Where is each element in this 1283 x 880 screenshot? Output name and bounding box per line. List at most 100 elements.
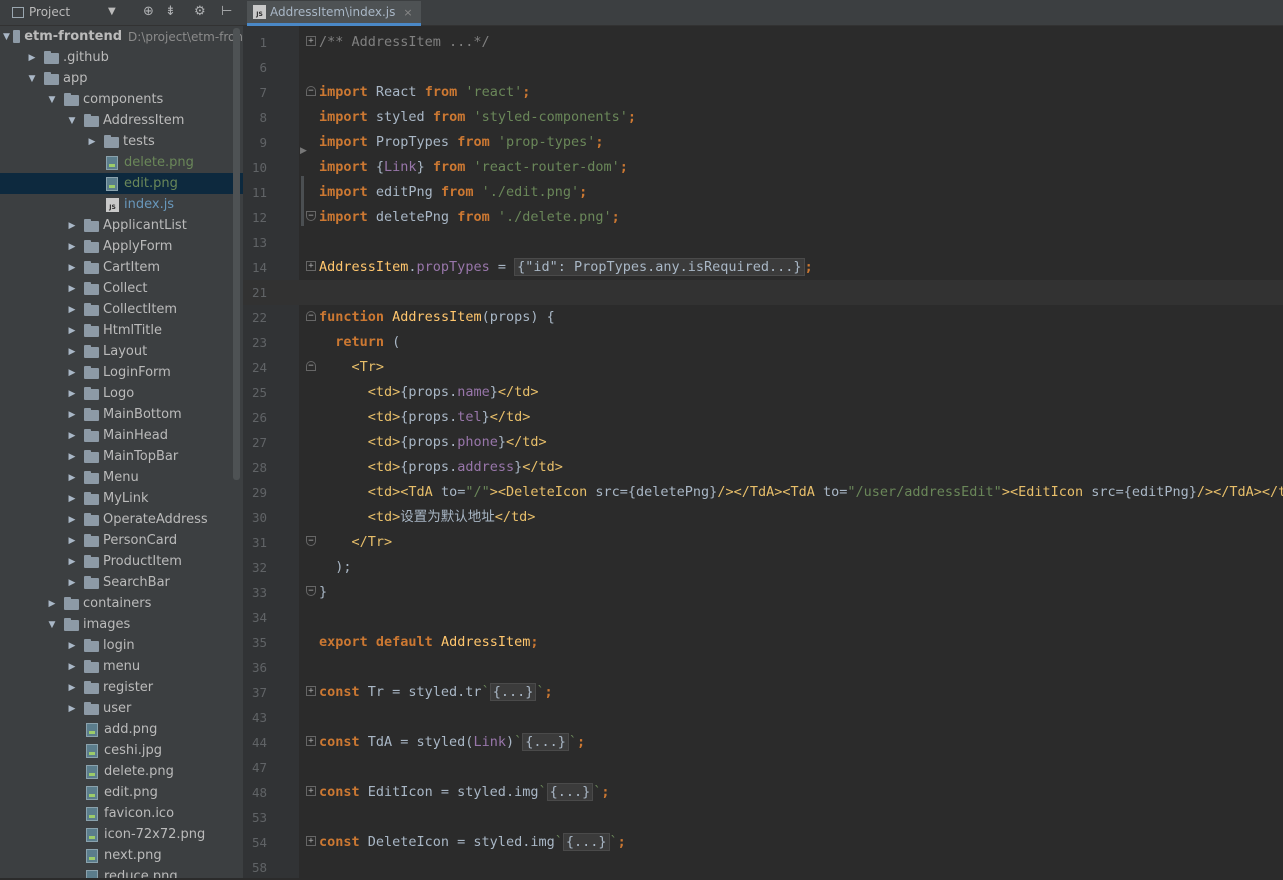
code-line[interactable]: 21 bbox=[243, 280, 1283, 305]
tree-folder-item[interactable]: ▶ CollectItem bbox=[0, 299, 243, 320]
tree-file-item[interactable]: delete.png bbox=[0, 761, 243, 782]
tree-folder-item[interactable]: ▶ Menu bbox=[0, 467, 243, 488]
tree-file-item[interactable]: delete.png bbox=[0, 152, 243, 173]
tree-folder-item[interactable]: ▶ ApplicantList bbox=[0, 215, 243, 236]
code-line[interactable]: 22 − function AddressItem(props) { bbox=[243, 305, 1283, 330]
expand-fold-icon[interactable]: + bbox=[306, 786, 316, 796]
code-line[interactable]: 23 return ( bbox=[243, 330, 1283, 355]
project-scrollbar[interactable] bbox=[233, 28, 240, 480]
collapse-arrow-icon[interactable]: ▶ bbox=[66, 284, 78, 294]
expand-arrow-icon[interactable]: ▼ bbox=[26, 74, 38, 84]
collapse-arrow-icon[interactable]: ▶ bbox=[66, 557, 78, 567]
collapse-arrow-icon[interactable]: ▶ bbox=[66, 242, 78, 252]
collapse-arrow-icon[interactable]: ▶ bbox=[66, 389, 78, 399]
tree-folder-item[interactable]: ▶ login bbox=[0, 635, 243, 656]
code-line[interactable]: 47 bbox=[243, 755, 1283, 780]
tab-index-js[interactable]: JS AddressItem\index.js × bbox=[247, 1, 421, 26]
code-line[interactable]: 58 bbox=[243, 855, 1283, 880]
tree-folder-item[interactable]: ▶ PersonCard bbox=[0, 530, 243, 551]
code-line[interactable]: 31 − </Tr> bbox=[243, 530, 1283, 555]
tree-file-item[interactable]: ceshi.jpg bbox=[0, 740, 243, 761]
collapse-fold-icon[interactable]: − bbox=[306, 586, 316, 596]
tree-folder-item[interactable]: ▶ OperateAddress bbox=[0, 509, 243, 530]
collapse-arrow-icon[interactable]: ▶ bbox=[66, 221, 78, 231]
code-line[interactable]: 28 <td>{props.address}</td> bbox=[243, 455, 1283, 480]
tree-file-item[interactable]: edit.png bbox=[0, 173, 243, 194]
collapse-arrow-icon[interactable]: ▶ bbox=[66, 431, 78, 441]
tree-folder-item[interactable]: ▼ app bbox=[0, 68, 243, 89]
tree-folder-item[interactable]: ▶ tests bbox=[0, 131, 243, 152]
tree-folder-item[interactable]: ▶ menu bbox=[0, 656, 243, 677]
expand-fold-icon[interactable]: + bbox=[306, 736, 316, 746]
tree-file-item[interactable]: add.png bbox=[0, 719, 243, 740]
locate-icon[interactable]: ⊕ bbox=[143, 5, 154, 19]
code-line[interactable]: 27 <td>{props.phone}</td> bbox=[243, 430, 1283, 455]
code-line[interactable]: 33 −} bbox=[243, 580, 1283, 605]
expand-arrow-icon[interactable]: ▼ bbox=[66, 116, 78, 126]
collapse-fold-icon[interactable]: − bbox=[306, 86, 316, 96]
code-line[interactable]: 8 import styled from 'styled-components'; bbox=[243, 105, 1283, 130]
code-line[interactable]: 7 − import React from 'react'; bbox=[243, 80, 1283, 105]
code-line[interactable]: 34 bbox=[243, 605, 1283, 630]
collapse-arrow-icon[interactable]: ▶ bbox=[66, 326, 78, 336]
code-line[interactable]: 54 + const DeleteIcon = styled.img` {...} `; bbox=[243, 830, 1283, 855]
tree-file-item[interactable]: next.png bbox=[0, 845, 243, 866]
tree-folder-item[interactable]: ▶ .github bbox=[0, 47, 243, 68]
tree-file-item[interactable]: reduce.png bbox=[0, 866, 243, 878]
tree-folder-item[interactable]: ▶ ApplyForm bbox=[0, 236, 243, 257]
tree-folder-item[interactable]: ▶ ProductItem bbox=[0, 551, 243, 572]
expand-arrow-icon[interactable]: ▼ bbox=[46, 95, 58, 105]
chevron-down-icon[interactable]: ▼ bbox=[108, 6, 116, 17]
code-line[interactable]: 37 + const Tr = styled.tr` {...} `; bbox=[243, 680, 1283, 705]
settings-icon[interactable]: ⚙ bbox=[194, 5, 206, 19]
tree-folder-item[interactable]: ▼ components bbox=[0, 89, 243, 110]
code-line[interactable]: 1 +/** AddressItem ...*/ bbox=[243, 30, 1283, 55]
code-line[interactable]: 9 import PropTypes from 'prop-types'; bbox=[243, 130, 1283, 155]
code-line[interactable]: 26 <td>{props.tel}</td> bbox=[243, 405, 1283, 430]
collapse-arrow-icon[interactable]: ▶ bbox=[86, 137, 98, 147]
code-line[interactable]: 6 bbox=[243, 55, 1283, 80]
collapse-arrow-icon[interactable]: ▶ bbox=[66, 515, 78, 525]
collapse-arrow-icon[interactable]: ▶ bbox=[66, 452, 78, 462]
tree-folder-item[interactable]: ▶ Layout bbox=[0, 341, 243, 362]
collapse-arrow-icon[interactable]: ▶ bbox=[66, 410, 78, 420]
tree-file-item[interactable]: icon-72x72.png bbox=[0, 824, 243, 845]
collapse-arrow-icon[interactable]: ▶ bbox=[46, 599, 58, 609]
collapse-all-icon[interactable]: ⇟ bbox=[165, 5, 176, 19]
folded-region[interactable]: {...} bbox=[489, 683, 537, 701]
code-line[interactable]: 11 import editPng from './edit.png'; bbox=[243, 180, 1283, 205]
tree-folder-item[interactable]: ▶ Collect bbox=[0, 278, 243, 299]
collapse-arrow-icon[interactable]: ▶ bbox=[66, 704, 78, 714]
code-line[interactable]: 13 bbox=[243, 230, 1283, 255]
code-line[interactable]: 35 export default AddressItem; bbox=[243, 630, 1283, 655]
expand-fold-icon[interactable]: + bbox=[306, 261, 316, 271]
collapse-fold-icon[interactable]: − bbox=[306, 211, 316, 221]
tree-file-item[interactable]: JS index.js bbox=[0, 194, 243, 215]
tree-folder-item[interactable]: ▶ MainTopBar bbox=[0, 446, 243, 467]
collapse-arrow-icon[interactable]: ▶ bbox=[66, 473, 78, 483]
tree-file-item[interactable]: edit.png bbox=[0, 782, 243, 803]
code-line[interactable]: 43 bbox=[243, 705, 1283, 730]
code-line[interactable]: 53 bbox=[243, 805, 1283, 830]
collapse-arrow-icon[interactable]: ▶ bbox=[66, 662, 78, 672]
code-line[interactable]: 48 + const EditIcon = styled.img` {...} `; bbox=[243, 780, 1283, 805]
collapse-arrow-icon[interactable]: ▶ bbox=[66, 494, 78, 504]
code-line[interactable]: 10 import {Link} from 'react-router-dom'; bbox=[243, 155, 1283, 180]
collapse-arrow-icon[interactable]: ▶ bbox=[66, 368, 78, 378]
code-line[interactable]: 25 <td>{props.name}</td> bbox=[243, 380, 1283, 405]
tree-folder-item[interactable]: ▶ HtmlTitle bbox=[0, 320, 243, 341]
code-editor[interactable]: 1 +/** AddressItem ...*/6 7− import React f… bbox=[243, 26, 1283, 878]
folded-region[interactable]: {...} bbox=[562, 833, 610, 851]
collapse-arrow-icon[interactable]: ▶ bbox=[66, 305, 78, 315]
tree-folder-item[interactable]: ▶ SearchBar bbox=[0, 572, 243, 593]
tree-folder-item[interactable]: ▶ CartItem bbox=[0, 257, 243, 278]
tree-folder-item[interactable]: ▶ MainHead bbox=[0, 425, 243, 446]
collapse-arrow-icon[interactable]: ▶ bbox=[66, 347, 78, 357]
expand-fold-icon[interactable]: + bbox=[306, 686, 316, 696]
collapse-fold-icon[interactable]: − bbox=[306, 311, 316, 321]
collapse-arrow-icon[interactable]: ▶ bbox=[66, 641, 78, 651]
collapse-arrow-icon[interactable]: ▶ bbox=[66, 536, 78, 546]
tree-folder-item[interactable]: ▼ images bbox=[0, 614, 243, 635]
tree-folder-item[interactable]: ▶ register bbox=[0, 677, 243, 698]
project-view-selector[interactable]: Project bbox=[12, 5, 70, 19]
